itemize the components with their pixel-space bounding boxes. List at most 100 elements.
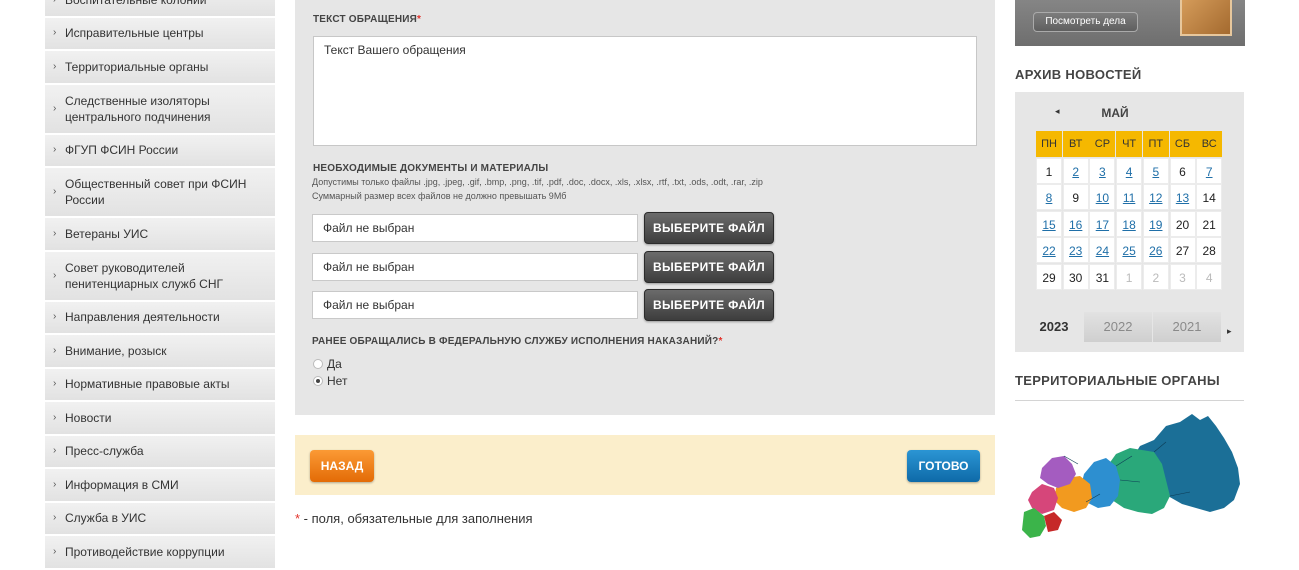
sidebar-item[interactable]: › Новости bbox=[45, 402, 275, 436]
back-button[interactable]: НАЗАД bbox=[310, 450, 374, 482]
chevron-right-icon: › bbox=[53, 344, 57, 356]
news-archive-calendar: ◂ МАЙ ПН ВТ СР ЧТ ПТ СБ ВС 1 2 3 4 5 6 7 8 9 10 11 12 13 14 1… bbox=[1015, 92, 1244, 352]
sidebar-item-label: Внимание, розыск bbox=[65, 343, 167, 358]
calendar-day: 3 bbox=[1169, 263, 1196, 290]
calendar-day[interactable]: 5 bbox=[1142, 157, 1169, 184]
next-year-icon[interactable]: ▸ bbox=[1227, 326, 1232, 337]
sidebar-item[interactable]: › Направления деятельности bbox=[45, 301, 275, 335]
appeal-text-field[interactable]: Текст Вашего обращения bbox=[313, 36, 977, 146]
view-cases-button[interactable]: Посмотреть дела bbox=[1033, 12, 1138, 32]
calendar-day[interactable]: 15 bbox=[1036, 210, 1062, 237]
sidebar-item[interactable]: › Информация в СМИ bbox=[45, 469, 275, 503]
sidebar-item-label: Направления деятельности bbox=[65, 310, 220, 325]
calendar-day: 9 bbox=[1062, 184, 1089, 210]
calendar-day: 2 bbox=[1142, 263, 1169, 290]
docs-hint-formats: Допустимы только файлы .jpg, .jpeg, .gif… bbox=[312, 177, 763, 187]
calendar-day[interactable]: 22 bbox=[1036, 237, 1062, 263]
calendar-day[interactable]: 12 bbox=[1142, 184, 1169, 210]
chevron-right-icon: › bbox=[53, 186, 57, 197]
sidebar-item[interactable]: › Нормативные правовые акты bbox=[45, 368, 275, 402]
calendar-day[interactable]: 10 bbox=[1089, 184, 1116, 210]
calendar-day: 6 bbox=[1169, 157, 1196, 184]
sidebar-item[interactable]: › ФГУП ФСИН России bbox=[45, 134, 275, 168]
calendar-day[interactable]: 13 bbox=[1169, 184, 1196, 210]
radio-no-label: Нет bbox=[327, 374, 348, 388]
calendar-day: 27 bbox=[1169, 237, 1196, 263]
file-input-1[interactable]: Файл не выбран bbox=[312, 214, 638, 242]
chevron-right-icon: › bbox=[53, 445, 57, 457]
calendar-day[interactable]: 18 bbox=[1116, 210, 1143, 237]
russia-map[interactable] bbox=[1020, 412, 1242, 540]
radio-no-circle[interactable] bbox=[313, 376, 323, 386]
calendar-day: 1 bbox=[1116, 263, 1143, 290]
calendar-day[interactable]: 17 bbox=[1089, 210, 1116, 237]
calendar-day[interactable]: 24 bbox=[1089, 237, 1116, 263]
sidebar-item[interactable]: › Ветераны УИС bbox=[45, 218, 275, 252]
year-tab[interactable]: 2021 bbox=[1153, 312, 1221, 342]
file-input-2[interactable]: Файл не выбран bbox=[312, 253, 638, 281]
chevron-right-icon: › bbox=[53, 27, 57, 39]
sidebar-item[interactable]: › Следственные изоляторы центрального под… bbox=[45, 84, 275, 135]
file-input-3[interactable]: Файл не выбран bbox=[312, 291, 638, 319]
folder-icon bbox=[1180, 0, 1232, 36]
calendar-day[interactable]: 4 bbox=[1116, 157, 1143, 184]
year-tab[interactable]: 2022 bbox=[1084, 312, 1152, 342]
chevron-right-icon: › bbox=[53, 60, 57, 72]
chevron-right-icon: › bbox=[53, 269, 57, 281]
chevron-right-icon: › bbox=[53, 0, 56, 7]
sidebar-item[interactable]: › Внимание, розыск bbox=[45, 335, 275, 369]
calendar-day[interactable]: 26 bbox=[1142, 237, 1169, 263]
done-button[interactable]: ГОТОВО bbox=[907, 450, 980, 482]
calendar-day: 4 bbox=[1196, 263, 1223, 290]
sidebar-item[interactable]: › Противодействие коррупции bbox=[45, 536, 275, 570]
cases-banner: Посмотреть дела bbox=[1015, 0, 1245, 46]
radio-no[interactable]: Нет bbox=[313, 374, 347, 388]
calendar-day[interactable]: 8 bbox=[1036, 184, 1062, 210]
sidebar-item[interactable]: › Общественный совет при ФСИН России bbox=[45, 168, 275, 218]
radio-yes-circle[interactable] bbox=[313, 359, 323, 369]
calendar-month: МАЙ bbox=[1101, 106, 1129, 120]
appeal-form: ТЕКСТ ОБРАЩЕНИЯ* Текст Вашего обращения … bbox=[295, 0, 995, 415]
calendar-day[interactable]: 2 bbox=[1062, 157, 1089, 184]
sidebar-item[interactable]: › Исправительные центры bbox=[45, 17, 275, 51]
sidebar-item-label: Воспитательные колонии bbox=[65, 0, 206, 8]
chevron-right-icon: › bbox=[53, 478, 57, 490]
calendar-day[interactable]: 3 bbox=[1089, 157, 1116, 184]
choose-file-button-3[interactable]: ВЫБЕРИТЕ ФАЙЛ bbox=[644, 289, 774, 321]
sidebar-item[interactable]: › Территориальные органы bbox=[45, 51, 275, 85]
choose-file-button-2[interactable]: ВЫБЕРИТЕ ФАЙЛ bbox=[644, 251, 774, 283]
sidebar-item-label: Пресс-служба bbox=[65, 444, 144, 459]
calendar-day[interactable]: 25 bbox=[1116, 237, 1143, 263]
sidebar-item-label: Информация в СМИ bbox=[65, 477, 179, 492]
sidebar-item-label: Противодействие коррупции bbox=[65, 544, 225, 559]
calendar-day[interactable]: 7 bbox=[1196, 157, 1223, 184]
calendar-day: 30 bbox=[1062, 263, 1089, 290]
calendar-weekday: СР bbox=[1089, 131, 1116, 157]
chevron-right-icon: › bbox=[53, 102, 57, 114]
calendar-day: 31 bbox=[1089, 263, 1116, 290]
required-fields-note: * - поля, обязательные для заполнения bbox=[295, 511, 533, 526]
map-region-south-2[interactable] bbox=[1044, 512, 1062, 532]
calendar-weekday: ПТ bbox=[1142, 131, 1169, 157]
year-tab[interactable]: 2023 bbox=[1025, 312, 1083, 342]
radio-yes[interactable]: Да bbox=[313, 357, 342, 371]
chevron-right-icon: › bbox=[53, 144, 57, 156]
calendar-day[interactable]: 16 bbox=[1062, 210, 1089, 237]
calendar-weekday: СБ bbox=[1169, 131, 1196, 157]
sidebar-item-label: Совет руководителей пенитенциарных служб… bbox=[65, 260, 224, 291]
calendar-day: 29 bbox=[1036, 263, 1062, 290]
sidebar-item[interactable]: › Воспитательные колонии bbox=[45, 0, 275, 18]
calendar-day[interactable]: 11 bbox=[1116, 184, 1143, 210]
sidebar-item-label: Служба в УИС bbox=[65, 511, 147, 526]
sidebar-item[interactable]: › Совет руководителей пенитенциарных служ… bbox=[45, 251, 275, 302]
choose-file-button-1[interactable]: ВЫБЕРИТЕ ФАЙЛ bbox=[644, 212, 774, 244]
calendar-day[interactable]: 19 bbox=[1142, 210, 1169, 237]
chevron-right-icon: › bbox=[53, 512, 57, 524]
sidebar-item-label: Общественный совет при ФСИН России bbox=[65, 177, 247, 207]
sidebar-item-label: Территориальные органы bbox=[65, 59, 209, 74]
calendar-day[interactable]: 23 bbox=[1062, 237, 1089, 263]
calendar-weekday: ЧТ bbox=[1116, 131, 1143, 157]
sidebar-item-label: Нормативные правовые акты bbox=[65, 377, 230, 392]
sidebar-item[interactable]: › Служба в УИС bbox=[45, 502, 275, 536]
sidebar-item[interactable]: › Пресс-служба bbox=[45, 435, 275, 469]
